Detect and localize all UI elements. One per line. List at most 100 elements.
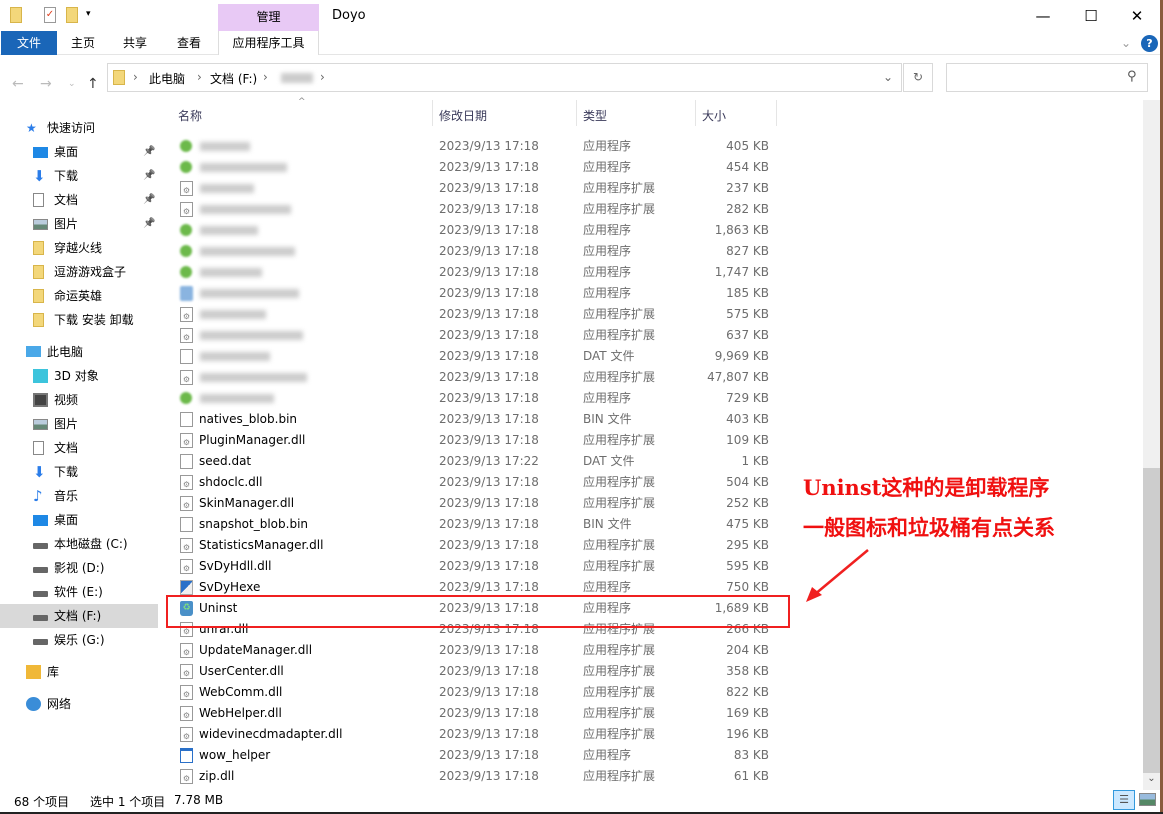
table-row-partial[interactable] (160, 126, 1143, 136)
column-type[interactable]: 类型 (583, 107, 607, 124)
sidebar-item-pc-8[interactable]: 影视 (D:) (0, 556, 158, 580)
sidebar-item-label: 快速访问 (47, 121, 96, 135)
window-title: Doyo (332, 8, 366, 23)
up-icon[interactable]: ↑ (87, 76, 99, 92)
maximize-button[interactable]: ☐ (1068, 3, 1114, 29)
expand-ribbon-icon[interactable]: ⌄ (1118, 31, 1134, 55)
dll-file-icon: ⚙ (180, 538, 193, 553)
table-row[interactable]: ⚙ WebComm.dll 2023/9/13 17:18 应用程序扩展 822 KB (160, 682, 1143, 703)
table-row[interactable]: 2023/9/13 17:18 应用程序 405 KB (160, 136, 1143, 157)
table-row[interactable]: 2023/9/13 17:18 应用程序 454 KB (160, 157, 1143, 178)
sidebar-item-quick-0[interactable]: 桌面 📌 (0, 140, 158, 164)
scroll-down-icon[interactable]: ⌄ (1143, 773, 1160, 790)
table-row[interactable]: ⚙ zip.dll 2023/9/13 17:18 应用程序扩展 61 KB (160, 766, 1143, 787)
sidebar-item-network[interactable]: 网络 (0, 692, 158, 716)
pin-icon[interactable]: 📌 (143, 188, 155, 212)
dll-file-icon: ⚙ (180, 370, 193, 385)
sidebar-item-label: 文档 (54, 193, 79, 207)
sidebar-item-pc-0[interactable]: 3D 对象 (0, 364, 158, 388)
details-view-button[interactable]: ☰ (1113, 790, 1135, 810)
sidebar-item-pc-10[interactable]: 文档 (F:) (0, 604, 158, 628)
file-date: 2023/9/13 17:18 (439, 286, 539, 300)
minimize-button[interactable]: — (1020, 3, 1066, 29)
file-type: 应用程序扩展 (583, 328, 656, 342)
help-icon[interactable]: ? (1141, 35, 1158, 52)
table-row[interactable]: wow_helper 2023/9/13 17:18 应用程序 83 KB (160, 745, 1143, 766)
pin-icon[interactable]: 📌 (143, 140, 155, 164)
sidebar-item-quick-6[interactable]: 命运英雄 (0, 284, 158, 308)
dll-file-icon: ⚙ (180, 307, 193, 322)
breadcrumb-this-pc[interactable]: 此电脑 (149, 70, 185, 87)
sidebar-item-pc-5[interactable]: ♪ 音乐 (0, 484, 158, 508)
sidebar-item-quick-3[interactable]: 图片 📌 (0, 212, 158, 236)
column-name[interactable]: 名称 (178, 107, 202, 124)
tab-view[interactable]: 查看 (166, 31, 212, 55)
table-row[interactable]: ⚙ UpdateManager.dll 2023/9/13 17:18 应用程序扩展 2… (160, 640, 1143, 661)
table-row[interactable]: ⚙ UserCenter.dll 2023/9/13 17:18 应用程序扩展 358 … (160, 661, 1143, 682)
breadcrumb-current-blurred[interactable] (281, 73, 313, 83)
recent-locations-icon[interactable]: ⌄ (68, 79, 76, 89)
table-row[interactable]: ⚙ widevinecdmadapter.dll 2023/9/13 17:18 应用… (160, 724, 1143, 745)
table-row[interactable]: ⚙ WebHelper.dll 2023/9/13 17:18 应用程序扩展 169 K… (160, 703, 1143, 724)
sidebar-item-pc-3[interactable]: 文档 (0, 436, 158, 460)
table-row[interactable]: ⚙ 2023/9/13 17:18 应用程序扩展 282 KB (160, 199, 1143, 220)
breadcrumb-drive-f[interactable]: 文档 (F:) (210, 70, 257, 87)
search-input[interactable]: ⚲ (946, 63, 1148, 92)
sidebar-item-pc-7[interactable]: 本地磁盘 (C:) (0, 532, 158, 556)
sidebar-item-this-pc[interactable]: 此电脑 (0, 340, 158, 364)
table-row[interactable]: ⚙ SvDyHdll.dll 2023/9/13 17:18 应用程序扩展 595 KB (160, 556, 1143, 577)
table-row[interactable]: ⚙ 2023/9/13 17:18 应用程序扩展 47,807 KB (160, 367, 1143, 388)
scrollbar-thumb[interactable] (1143, 468, 1160, 773)
table-row[interactable]: 2023/9/13 17:18 应用程序 729 KB (160, 388, 1143, 409)
close-button[interactable]: ✕ (1114, 3, 1160, 29)
tab-app-tools[interactable]: 应用程序工具 (218, 31, 319, 55)
table-row[interactable]: 2023/9/13 17:18 应用程序 827 KB (160, 241, 1143, 262)
tab-share[interactable]: 共享 (112, 31, 158, 55)
table-row[interactable]: seed.dat 2023/9/13 17:22 DAT 文件 1 KB (160, 451, 1143, 472)
file-type: 应用程序扩展 (583, 496, 656, 510)
dll-file-icon: ⚙ (180, 685, 193, 700)
tab-file[interactable]: 文件 (1, 31, 57, 55)
table-row[interactable]: ⚙ 2023/9/13 17:18 应用程序扩展 237 KB (160, 178, 1143, 199)
customize-toolbar-icon[interactable]: ▾ (86, 9, 91, 19)
sidebar-item-label: 下载 (54, 465, 79, 479)
address-bar[interactable]: › 此电脑 › 文档 (F:) › › ⌄ (107, 63, 902, 92)
sidebar-item-pc-2[interactable]: 图片 (0, 412, 158, 436)
pin-icon[interactable]: 📌 (143, 164, 155, 188)
manage-context-tab[interactable]: 管理 (218, 4, 319, 31)
sidebar-item-quick-4[interactable]: 穿越火线 (0, 236, 158, 260)
sidebar-item-pc-9[interactable]: 软件 (E:) (0, 580, 158, 604)
status-bar: 68 个项目 选中 1 个项目 7.78 MB ☰ (0, 790, 1160, 812)
table-row[interactable]: ⚙ 2023/9/13 17:18 应用程序扩展 637 KB (160, 325, 1143, 346)
tab-home[interactable]: 主页 (60, 31, 106, 55)
table-row[interactable]: ⚙ PluginManager.dll 2023/9/13 17:18 应用程序扩展 1… (160, 430, 1143, 451)
table-row[interactable]: 2023/9/13 17:18 DAT 文件 9,969 KB (160, 346, 1143, 367)
sidebar-item-label: 下载 安装 卸载 (54, 313, 134, 327)
sidebar-item-library[interactable]: 库 (0, 660, 158, 684)
table-row[interactable]: natives_blob.bin 2023/9/13 17:18 BIN 文件 403… (160, 409, 1143, 430)
properties-icon[interactable]: ✓ (44, 7, 56, 23)
large-icons-view-button[interactable] (1139, 793, 1156, 806)
sidebar-item-quick-7[interactable]: 下载 安装 卸载 (0, 308, 158, 332)
table-row[interactable]: 2023/9/13 17:18 应用程序 1,863 KB (160, 220, 1143, 241)
new-folder-icon[interactable] (66, 7, 78, 23)
sidebar-item-quick-2[interactable]: 文档 📌 (0, 188, 158, 212)
sidebar-item-pc-6[interactable]: 桌面 (0, 508, 158, 532)
sidebar-item-quick-access[interactable]: ★ 快速访问 (0, 116, 158, 140)
sidebar-item-quick-1[interactable]: ⬇ 下载 📌 (0, 164, 158, 188)
refresh-button[interactable]: ↻ (903, 63, 933, 92)
table-row[interactable]: ⚙ 2023/9/13 17:18 应用程序扩展 575 KB (160, 304, 1143, 325)
table-row[interactable]: 2023/9/13 17:18 应用程序 185 KB (160, 283, 1143, 304)
sidebar-item-pc-4[interactable]: ⬇ 下载 (0, 460, 158, 484)
pin-icon[interactable]: 📌 (143, 212, 155, 236)
sidebar-item-pc-1[interactable]: 视频 (0, 388, 158, 412)
back-icon[interactable]: ← (12, 76, 24, 92)
table-row[interactable]: 2023/9/13 17:18 应用程序 1,747 KB (160, 262, 1143, 283)
dll-file-icon: ⚙ (180, 727, 193, 742)
sidebar-item-pc-11[interactable]: 娱乐 (G:) (0, 628, 158, 652)
column-size[interactable]: 大小 (702, 107, 726, 124)
address-dropdown-icon[interactable]: ⌄ (883, 70, 893, 84)
sidebar-item-quick-5[interactable]: 逗游游戏盒子 (0, 260, 158, 284)
forward-icon[interactable]: → (40, 76, 52, 92)
column-date[interactable]: 修改日期 (439, 107, 487, 124)
